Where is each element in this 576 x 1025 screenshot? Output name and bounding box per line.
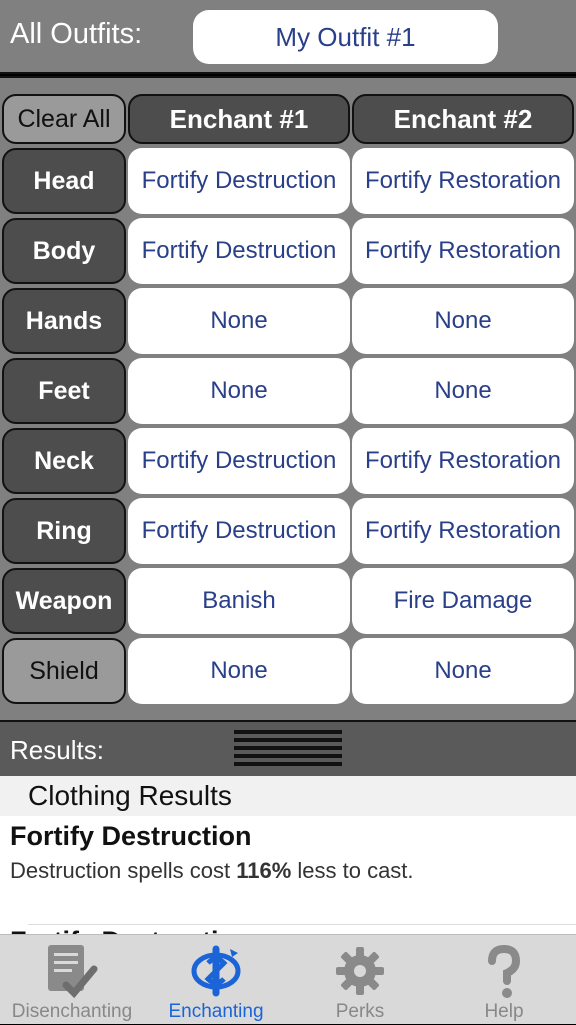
results-bar: Results: [0, 720, 576, 776]
weapon-enchant-1[interactable]: Banish [128, 568, 350, 634]
enchant-2-header: Enchant #2 [352, 94, 574, 144]
effect-title: Fortify Destruction [10, 926, 252, 934]
tab-perks[interactable]: Perks [288, 935, 432, 1025]
slot-label-weapon[interactable]: Weapon [2, 568, 126, 634]
outfit-selector-button[interactable]: My Outfit #1 [193, 10, 498, 64]
hands-enchant-1[interactable]: None [128, 288, 350, 354]
ring-enchant-1[interactable]: Fortify Destruction [128, 498, 350, 564]
head-enchant-2[interactable]: Fortify Restoration [352, 148, 574, 214]
outfit-header: All Outfits: My Outfit #1 [0, 0, 576, 74]
effect-description: Destruction spells cost 116% less to cas… [0, 858, 576, 884]
results-label: Results: [10, 735, 104, 765]
question-mark-icon [474, 941, 534, 1001]
clear-all-button[interactable]: Clear All [2, 94, 126, 144]
shield-enchant-2[interactable]: None [352, 638, 574, 704]
slot-label-shield[interactable]: Shield [2, 638, 126, 704]
slot-label-hands[interactable]: Hands [2, 288, 126, 354]
checklist-icon [42, 941, 102, 1001]
tab-label-help: Help [484, 1001, 524, 1022]
slot-label-head[interactable]: Head [2, 148, 126, 214]
drag-handle-icon[interactable] [234, 730, 342, 768]
all-outfits-label: All Outfits: [10, 18, 143, 50]
body-enchant-1[interactable]: Fortify Destruction [128, 218, 350, 284]
enchant-grid: Clear All Enchant #1 Enchant #2 Head For… [0, 76, 576, 720]
tab-label-disenchanting: Disenchanting [11, 1001, 133, 1022]
weapon-enchant-2[interactable]: Fire Damage [352, 568, 574, 634]
neck-enchant-1[interactable]: Fortify Destruction [128, 428, 350, 494]
body-enchant-2[interactable]: Fortify Restoration [352, 218, 574, 284]
ring-enchant-2[interactable]: Fortify Restoration [352, 498, 574, 564]
results-panel[interactable]: Clothing Results Fortify Destruction Des… [0, 776, 576, 934]
slot-label-ring[interactable]: Ring [2, 498, 126, 564]
slot-label-neck[interactable]: Neck [2, 428, 126, 494]
effect-desc-prefix: Destruction spells cost [10, 858, 237, 883]
tab-label-enchanting: Enchanting [168, 1001, 264, 1022]
hands-enchant-2[interactable]: None [352, 288, 574, 354]
tab-bar: Disenchanting Enchanting Perks Help [0, 934, 576, 1024]
slot-label-feet[interactable]: Feet [2, 358, 126, 424]
effect-desc-value: 116% [236, 858, 292, 883]
divider [28, 924, 576, 925]
section-title: Clothing Results [0, 776, 576, 816]
tab-label-perks: Perks [335, 1001, 385, 1022]
tab-disenchanting[interactable]: Disenchanting [0, 935, 144, 1025]
enchant-1-header: Enchant #1 [128, 94, 350, 144]
feet-enchant-2[interactable]: None [352, 358, 574, 424]
effect-desc-suffix: less to cast. [291, 858, 414, 883]
effect-title: Fortify Destruction [10, 821, 252, 851]
tab-help[interactable]: Help [432, 935, 576, 1025]
feet-enchant-1[interactable]: None [128, 358, 350, 424]
tab-enchanting[interactable]: Enchanting [144, 935, 288, 1025]
slot-label-body[interactable]: Body [2, 218, 126, 284]
neck-enchant-2[interactable]: Fortify Restoration [352, 428, 574, 494]
shield-enchant-1[interactable]: None [128, 638, 350, 704]
gear-icon [330, 941, 390, 1001]
enchanting-swirl-icon [186, 941, 246, 1001]
head-enchant-1[interactable]: Fortify Destruction [128, 148, 350, 214]
